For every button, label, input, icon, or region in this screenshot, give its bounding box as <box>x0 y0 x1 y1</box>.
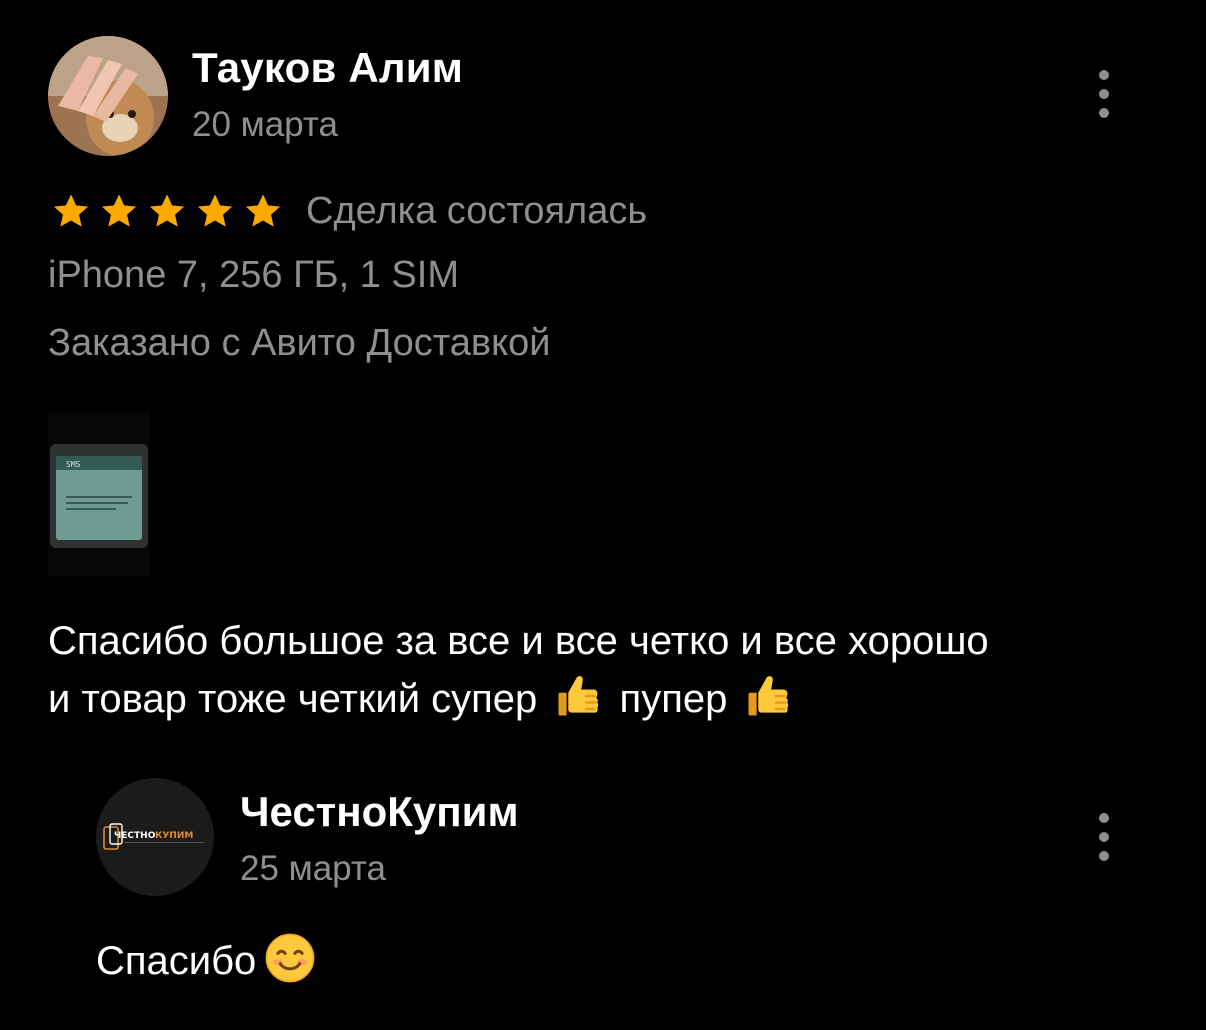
item-spec: iPhone 7, 256 ГБ, 1 SIM <box>48 254 459 296</box>
seller-logo-text-right: КУПИМ <box>155 831 193 841</box>
review-text-line: и товар тоже четкий супер пупер <box>48 670 1168 728</box>
thumbs-up-emoji-icon <box>552 670 604 722</box>
rating-row: Сделка состоялась <box>50 188 647 234</box>
review-text-part: пупер <box>619 677 728 721</box>
more-dot <box>1099 89 1109 99</box>
reply-date: 25 марта <box>240 849 386 888</box>
more-dot <box>1099 813 1109 823</box>
reviewer-avatar-image <box>48 36 168 156</box>
star-icon <box>98 190 140 232</box>
seller-logo-text-left: ЧЕСТНО <box>114 831 156 841</box>
reply-text-content: Спасибо <box>96 939 257 983</box>
more-dot <box>1099 832 1109 842</box>
review-date: 20 марта <box>192 105 338 144</box>
reviewer-name[interactable]: Тауков Алим <box>192 42 463 94</box>
review-more-icon[interactable] <box>1092 70 1116 118</box>
reply-more-icon[interactable] <box>1092 813 1116 861</box>
star-icon <box>194 190 236 232</box>
star-icon <box>50 190 92 232</box>
thumbs-up-emoji-icon <box>742 670 794 722</box>
review-text-part: и товар тоже четкий супер <box>48 677 538 721</box>
more-dot <box>1099 70 1109 80</box>
rating-stars <box>50 190 284 232</box>
reviewer-avatar[interactable] <box>48 36 168 156</box>
review-text-line: Спасибо большое за все и все четко и все… <box>48 619 989 663</box>
more-dot <box>1099 108 1109 118</box>
deal-status: Сделка состоялась <box>306 190 648 232</box>
photo-sms-label: SMS <box>66 460 81 469</box>
seller-avatar[interactable]: ЧЕСТНО КУПИМ <box>96 778 214 896</box>
delivery-method: Заказано с Авито Доставкой <box>48 322 551 364</box>
review-photo-thumbnail[interactable]: SMS <box>48 412 150 576</box>
seller-name[interactable]: ЧестноКупим <box>240 786 519 838</box>
more-dot <box>1099 851 1109 861</box>
review-text: Спасибо большое за все и все четко и все… <box>48 612 1168 728</box>
reply-text: Спасибо <box>96 932 316 989</box>
review-photo-image: SMS <box>48 412 150 576</box>
star-icon <box>242 190 284 232</box>
star-icon <box>146 190 188 232</box>
seller-logo: ЧЕСТНО КУПИМ <box>96 778 214 896</box>
smiling-face-emoji-icon <box>264 932 316 984</box>
